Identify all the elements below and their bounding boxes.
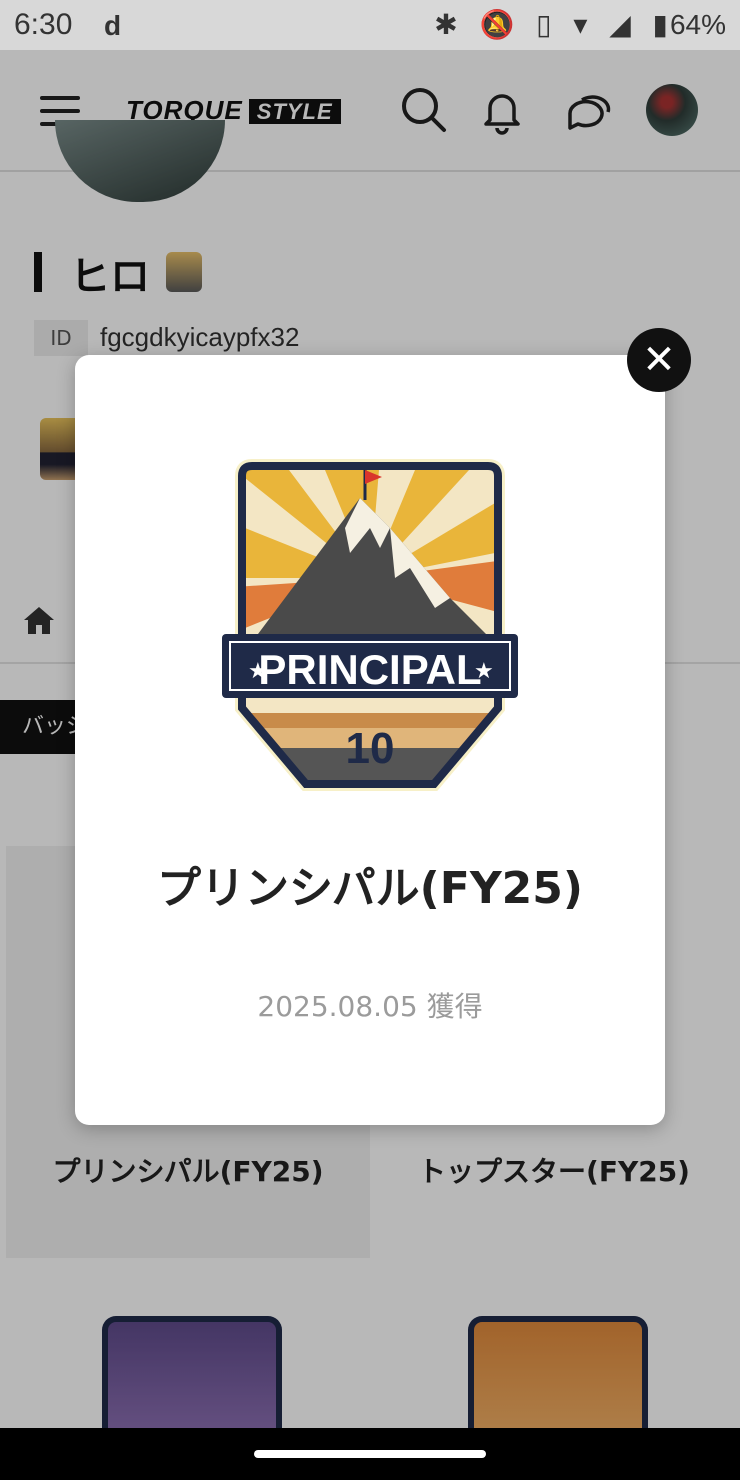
- mute-icon: 🔕: [479, 9, 515, 40]
- modal-title: プリンシパル(FY25): [156, 863, 584, 914]
- status-icons: ✱ 🔕 ▯ ▾ ◢ ▮64%: [420, 8, 726, 41]
- bluetooth-icon: ✱: [434, 9, 458, 40]
- navigation-bar: [0, 1428, 740, 1480]
- battery-icon: ▮: [652, 9, 668, 40]
- acquired-date: 2025.08.05 獲得: [257, 990, 483, 1023]
- principal-badge-image: ★ ★ PRINCIPAL 10: [222, 459, 518, 791]
- status-bar: 6:30 d ✱ 🔕 ▯ ▾ ◢ ▮64%: [0, 0, 740, 50]
- home-gesture-handle[interactable]: [254, 1450, 486, 1458]
- signal-icon: ◢: [609, 9, 631, 40]
- badge-banner-text: PRINCIPAL: [258, 646, 481, 693]
- badge-number: 10: [346, 724, 395, 773]
- status-time: 6:30: [14, 8, 73, 41]
- vibrate-off-icon: ▯: [536, 9, 552, 40]
- battery-percent: 64%: [669, 9, 726, 40]
- app-notification-icon: d: [104, 10, 122, 41]
- wifi-icon: ▾: [573, 9, 588, 40]
- close-button[interactable]: ✕: [627, 328, 691, 392]
